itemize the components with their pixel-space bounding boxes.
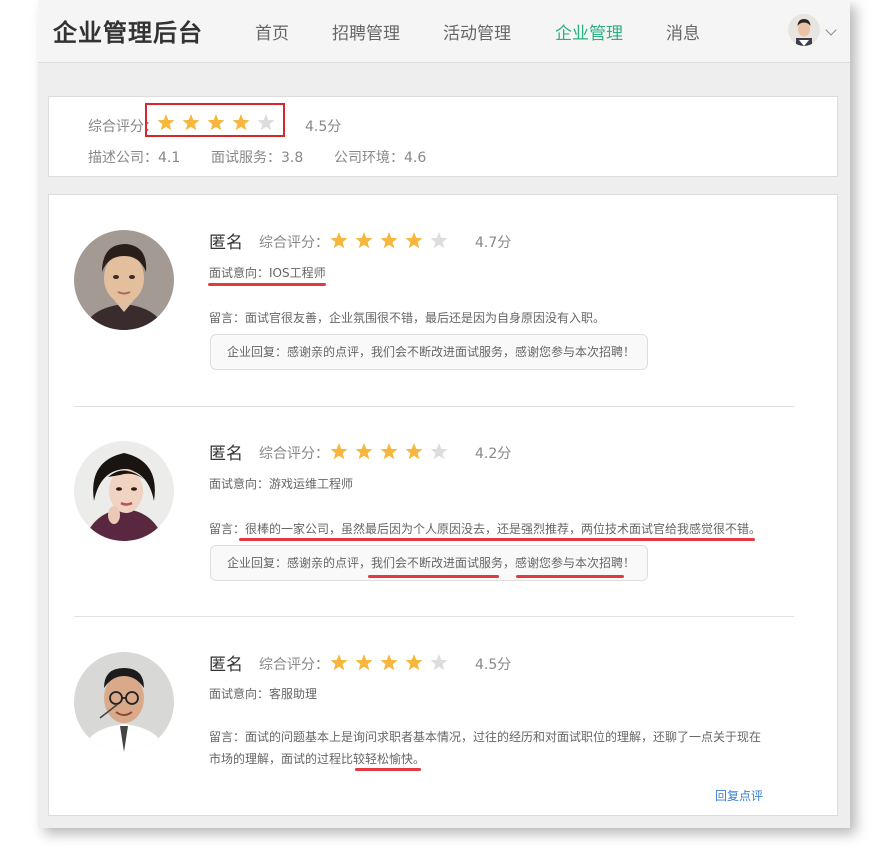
review-star-rating: [330, 653, 450, 673]
app-window: 企业管理后台 首页 招聘管理 活动管理 企业管理 消息 综合评分： 4.5分 描…: [38, 0, 850, 828]
nav-home[interactable]: 首页: [255, 19, 289, 44]
environment-score: 公司环境：4.6: [334, 150, 427, 166]
interview-intent: 面试意向：客服助理: [209, 687, 318, 701]
review-message: 留言：面试的问题基本上是询问求职者基本情况，过往的经历和对面试职位的理解，还聊了…: [209, 730, 762, 766]
overall-score: 4.5分: [305, 119, 342, 135]
star-empty-icon: [430, 654, 448, 671]
chevron-down-icon[interactable]: [825, 24, 837, 36]
nav-recruitment[interactable]: 招聘管理: [332, 19, 400, 44]
star-filled-icon: [355, 232, 373, 249]
review-score: 4.7分: [475, 235, 512, 251]
user-avatar[interactable]: [788, 14, 820, 46]
nav-messages[interactable]: 消息: [666, 19, 700, 44]
reviewer-name: 匿名: [209, 233, 243, 253]
star-filled-icon: [330, 232, 348, 249]
review-message: 留言：面试官很友善，企业氛围很不错，最后还是因为自身原因没有入职。: [209, 311, 606, 325]
star-empty-icon: [430, 232, 448, 249]
star-filled-icon: [380, 443, 398, 460]
star-filled-icon: [380, 232, 398, 249]
annotation-underline: [355, 768, 421, 771]
review-star-rating: [330, 231, 450, 251]
company-reply: 企业回复：感谢亲的点评，我们会不断改进面试服务，感谢您参与本次招聘！: [210, 334, 648, 370]
review-score: 4.5分: [475, 657, 512, 673]
star-filled-icon: [405, 232, 423, 249]
reviewer-name: 匿名: [209, 655, 243, 675]
describe-score: 描述公司：4.1: [88, 150, 181, 166]
review-divider: [74, 406, 794, 407]
star-filled-icon: [355, 443, 373, 460]
interview-intent: 面试意向：IOS工程师: [209, 266, 326, 280]
brand-title: 企业管理后台: [53, 19, 203, 47]
interview-intent: 面试意向：游戏运维工程师: [209, 477, 354, 491]
review-score: 4.2分: [475, 446, 512, 462]
review-rating-label: 综合评分：: [259, 446, 329, 462]
annotation-underline: [368, 575, 499, 578]
star-filled-icon: [380, 654, 398, 671]
nav-company[interactable]: 企业管理: [555, 19, 623, 44]
review-rating-label: 综合评分：: [259, 235, 329, 251]
star-empty-icon: [430, 443, 448, 460]
reply-review-link[interactable]: 回复点评: [715, 787, 763, 804]
review-message: 留言：很棒的一家公司，虽然最后因为个人原因没去，还是强烈推荐，两位技术面试官给我…: [209, 522, 762, 536]
review-divider: [74, 616, 794, 617]
star-filled-icon: [330, 654, 348, 671]
star-filled-icon: [405, 654, 423, 671]
nav-activity[interactable]: 活动管理: [443, 19, 511, 44]
reviews-card: 匿名 综合评分： 4.7分 面试意向：IOS工程师 留言：面试官很友善，企业氛围…: [48, 194, 838, 816]
reviewer-avatar: [74, 652, 174, 752]
highlight-box: [145, 103, 285, 137]
review-rating-label: 综合评分：: [259, 657, 329, 673]
annotation-underline: [516, 575, 624, 578]
top-nav-bar: 企业管理后台 首页 招聘管理 活动管理 企业管理 消息: [38, 0, 850, 63]
review-star-rating: [330, 442, 450, 462]
star-filled-icon: [330, 443, 348, 460]
star-filled-icon: [405, 443, 423, 460]
rating-summary-card: 综合评分： 4.5分 描述公司：4.1 面试服务：3.8 公司环境：4.6: [48, 96, 838, 177]
reviewer-avatar: [74, 441, 174, 541]
reviewer-avatar: [74, 230, 174, 330]
annotation-underline: [239, 538, 755, 541]
star-filled-icon: [355, 654, 373, 671]
interview-service-score: 面试服务：3.8: [211, 150, 304, 166]
annotation-underline: [208, 283, 326, 286]
reviewer-name: 匿名: [209, 444, 243, 464]
